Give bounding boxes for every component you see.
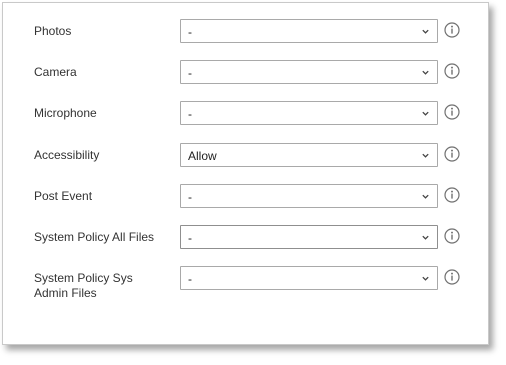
- setting-row-system-policy-sys-admin-files: System Policy Sys Admin Files -: [3, 266, 488, 306]
- camera-select-value: -: [188, 66, 192, 80]
- accessibility-select-value: Allow: [188, 149, 217, 163]
- system-policy-sys-admin-files-select-value: -: [188, 272, 192, 286]
- info-icon[interactable]: [444, 269, 460, 285]
- chevron-down-icon: [422, 111, 429, 116]
- system-policy-sys-admin-files-select[interactable]: -: [180, 266, 438, 290]
- chevron-down-icon: [422, 29, 429, 34]
- camera-select[interactable]: -: [180, 60, 438, 84]
- setting-row-camera: Camera -: [3, 60, 488, 86]
- setting-label-post-event: Post Event: [34, 189, 93, 203]
- info-icon[interactable]: [444, 22, 460, 38]
- chevron-down-icon: [422, 70, 429, 75]
- setting-row-microphone: Microphone -: [3, 101, 488, 127]
- info-icon[interactable]: [444, 63, 460, 79]
- microphone-select-value: -: [188, 107, 192, 121]
- setting-label-accessibility: Accessibility: [34, 148, 100, 162]
- setting-label-camera: Camera: [34, 65, 77, 79]
- setting-label-photos: Photos: [34, 24, 72, 38]
- chevron-down-icon: [422, 235, 429, 240]
- info-icon[interactable]: [444, 104, 460, 120]
- setting-label-system-policy-all-files: System Policy All Files: [34, 230, 155, 244]
- accessibility-select[interactable]: Allow: [180, 143, 438, 167]
- chevron-down-icon: [422, 276, 429, 281]
- system-policy-all-files-select[interactable]: -: [180, 225, 438, 249]
- setting-row-system-policy-all-files: System Policy All Files -: [3, 225, 488, 251]
- setting-row-post-event: Post Event -: [3, 184, 488, 210]
- post-event-select-value: -: [188, 190, 192, 204]
- privacy-settings-panel: Photos - Camera - Microphone - Accessibi…: [2, 2, 489, 345]
- info-icon[interactable]: [444, 146, 460, 162]
- info-icon[interactable]: [444, 228, 460, 244]
- photos-select-value: -: [188, 25, 192, 39]
- system-policy-all-files-select-value: -: [188, 231, 192, 245]
- chevron-down-icon: [422, 194, 429, 199]
- setting-label-system-policy-sys-admin-files: System Policy Sys Admin Files: [34, 271, 133, 300]
- chevron-down-icon: [422, 153, 429, 158]
- info-icon[interactable]: [444, 187, 460, 203]
- microphone-select[interactable]: -: [180, 101, 438, 125]
- setting-row-accessibility: Accessibility Allow: [3, 143, 488, 169]
- setting-label-microphone: Microphone: [34, 106, 97, 120]
- photos-select[interactable]: -: [180, 19, 438, 43]
- post-event-select[interactable]: -: [180, 184, 438, 208]
- setting-row-photos: Photos -: [3, 19, 488, 45]
